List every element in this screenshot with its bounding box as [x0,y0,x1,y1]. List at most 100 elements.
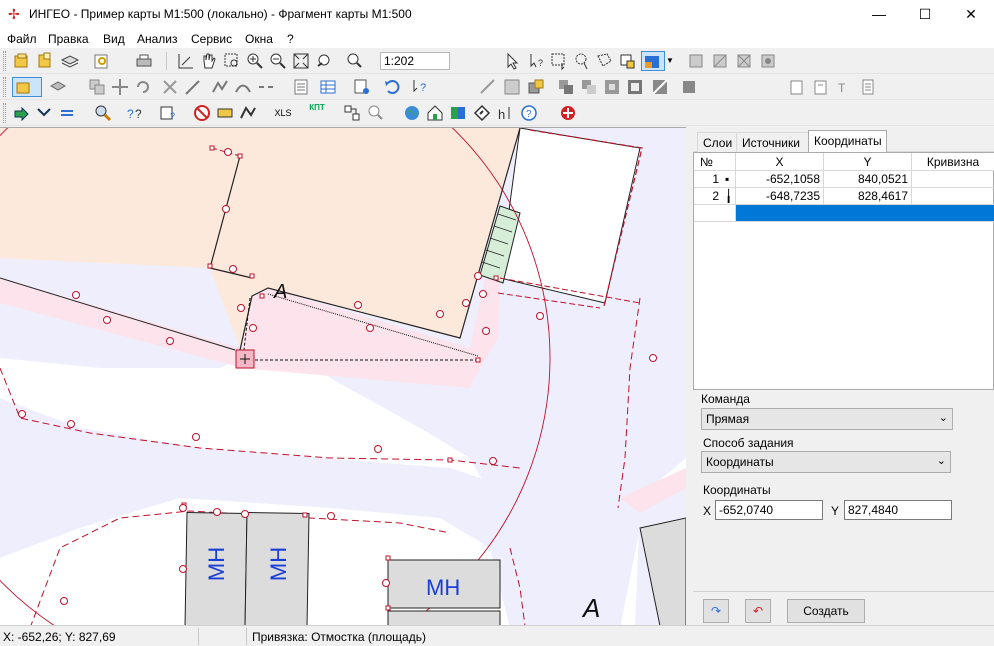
zoom-extent-icon[interactable] [291,51,311,71]
open-map-icon[interactable] [12,51,32,71]
draw-line-icon[interactable] [183,77,203,97]
new-object-icon[interactable] [48,77,68,97]
zoom-scale-dropdown-icon[interactable] [345,51,365,71]
xls-export-button[interactable]: XLS [270,103,296,123]
combine-icon[interactable] [556,77,576,97]
menu-view[interactable]: Вид [103,32,125,46]
snap-off-icon[interactable] [758,51,778,71]
maximize-button[interactable]: ☐ [902,0,948,30]
row-curvature[interactable] [912,188,994,205]
split-view-icon[interactable] [448,103,468,123]
zoom-scale-icon[interactable] [176,51,196,71]
export-icon[interactable] [35,103,55,123]
menu-file[interactable]: Файл [7,32,37,46]
method-select[interactable]: Координаты ⌄ [701,451,951,473]
add-plugin-icon[interactable] [558,103,578,123]
cut-polygon-icon[interactable] [650,77,670,97]
toolbar-grip[interactable] [3,51,6,71]
select-arrow-icon[interactable] [503,51,523,71]
fill-icon[interactable] [679,77,699,97]
topology-icon[interactable] [478,77,498,97]
exchange-icon[interactable] [58,103,78,123]
row-y[interactable]: 840,0521 [824,171,912,188]
menu-edit[interactable]: Правка [48,32,89,46]
menu-service[interactable]: Сервис [191,32,232,46]
panel-splitter[interactable] [686,127,693,625]
pan-hand-icon[interactable] [199,51,219,71]
close-button[interactable]: ✕ [948,0,994,30]
toolbar-grip[interactable] [3,103,6,123]
row-selected-cell[interactable] [736,205,994,222]
note-add-icon[interactable] [786,77,806,97]
semantics-table-icon[interactable] [318,77,338,97]
subtract-icon[interactable] [579,77,599,97]
measure-icon[interactable] [215,103,235,123]
select-polygon-icon[interactable] [595,51,615,71]
tab-sources[interactable]: Источники [736,132,809,152]
row-curvature[interactable] [912,171,994,188]
home-icon[interactable] [425,103,445,123]
query-icon[interactable]: ?? [125,103,145,123]
tab-layers[interactable]: Слои [697,132,737,152]
intersect-icon[interactable] [502,77,522,97]
import-icon[interactable] [12,103,32,123]
zoom-window-icon[interactable] [222,51,242,71]
help-icon[interactable]: ? [519,103,539,123]
command-select[interactable]: Прямая ⌄ [701,408,953,430]
undo-icon[interactable] [382,77,402,97]
redo-button[interactable]: ↷ [703,599,729,623]
zoom-out-icon[interactable] [268,51,288,71]
snap-center-icon[interactable] [734,51,754,71]
area-measure-icon[interactable] [238,103,258,123]
draw-polyline-icon[interactable] [210,77,230,97]
zoom-previous-icon[interactable] [314,51,334,71]
print-icon[interactable] [134,51,154,71]
navigate-icon[interactable] [472,103,492,123]
undo-button[interactable]: ↶ [745,599,771,623]
text-label-icon[interactable]: T [834,77,854,97]
project-icon[interactable] [35,51,55,71]
snap-edge-icon[interactable] [710,51,730,71]
create-button[interactable]: Создать [787,599,865,623]
list-icon[interactable] [858,77,878,97]
edit-mode-icon[interactable] [12,77,42,97]
context-help-icon[interactable]: ? [410,77,430,97]
attribute-table-icon[interactable] [291,77,311,97]
move-object-icon[interactable] [110,77,130,97]
snap-node-icon[interactable] [686,51,706,71]
find-object-icon[interactable] [92,51,112,71]
row-x[interactable]: -648,7235 [736,188,824,205]
row-y[interactable]: 828,4617 [824,188,912,205]
menu-help[interactable]: ? [287,32,294,46]
copy-object-icon[interactable] [87,77,107,97]
map-canvas[interactable]: A A МН МН МН [0,127,686,625]
no-entry-icon[interactable] [192,103,212,123]
query-list-icon[interactable]: ? [158,103,178,123]
kpt-import-button[interactable]: КПТ [305,103,329,123]
zoom-scale-input[interactable]: 1:202 [380,52,450,70]
table-row[interactable]: 2 ╽ -648,7235 828,4617 [694,188,994,205]
rotate-object-icon[interactable] [133,77,153,97]
select-lasso-icon[interactable] [572,51,592,71]
report-icon[interactable] [352,77,372,97]
x-coordinate-input[interactable]: -652,0740 [715,500,823,520]
search-icon[interactable] [93,103,113,123]
minimize-button[interactable]: — [856,0,902,30]
note-edit-icon[interactable] [810,77,830,97]
menu-windows[interactable]: Окна [245,32,273,46]
layers-icon[interactable] [60,51,80,71]
select-layer-icon[interactable] [618,51,638,71]
height-icon[interactable]: h [496,103,516,123]
tab-coordinates[interactable]: Координаты [808,130,887,153]
globe-icon[interactable] [402,103,422,123]
toolbar-grip[interactable] [3,77,6,97]
table-row[interactable]: 1 ▪ -652,1058 840,0521 [694,171,994,188]
table-row-new[interactable] [694,205,994,222]
style-mode-icon[interactable] [641,51,665,71]
split-line-icon[interactable] [256,77,276,97]
draw-arc-icon[interactable] [233,77,253,97]
select-query-icon[interactable]: ? [526,51,546,71]
row-x[interactable]: -652,1058 [736,171,824,188]
menu-analysis[interactable]: Анализ [137,32,178,46]
y-coordinate-input[interactable]: 827,4840 [844,500,952,520]
